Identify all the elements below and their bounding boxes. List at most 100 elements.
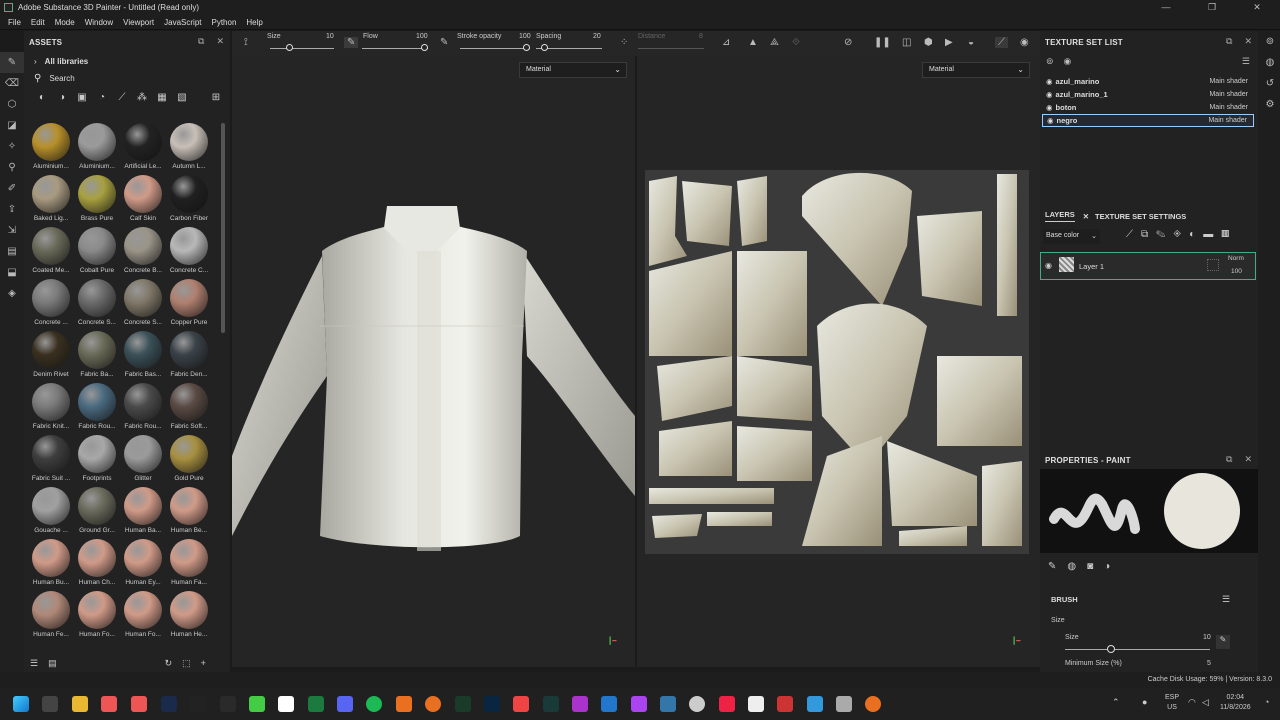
add-layer-icon[interactable]: ⧉ [1141,229,1156,240]
artstation-icon[interactable] [220,696,236,712]
size-value[interactable]: 10 [1203,634,1211,641]
grid-view-icon[interactable]: ⊞ [206,92,226,103]
spacing-value[interactable]: 20 [593,33,601,40]
language-indicator[interactable]: ESP US [1165,693,1179,713]
texture-set-item[interactable]: ◉ azul_marino_1 Main shader [1042,88,1254,101]
tiktok-icon[interactable] [719,696,735,712]
asset-item[interactable]: Brass Pure [74,175,120,227]
app7-icon[interactable] [807,696,823,712]
asset-item[interactable]: Human Fa... [166,539,212,591]
materials-filter-icon[interactable]: ◐ [32,92,52,103]
close-panel-icon[interactable]: ✕ [1244,36,1252,46]
channel-dropdown[interactable]: Base color ⌄ [1043,229,1100,244]
shader-label[interactable]: Main shader [1209,78,1248,85]
material-tab-icon[interactable]: ◑ [1104,561,1121,572]
painter-icon[interactable] [455,696,471,712]
notification-icon[interactable]: ◔ [1264,697,1269,707]
asset-item[interactable]: Cobalt Pure [74,227,120,279]
asset-item[interactable]: Calf Skin [120,175,166,227]
refresh-icon[interactable]: ↻ [165,658,173,669]
app4-icon[interactable] [689,696,705,712]
photoshop-icon[interactable] [484,696,500,712]
discord-icon[interactable] [337,696,353,712]
masks-filter-icon[interactable]: ▣ [72,92,92,103]
app6-icon[interactable] [777,696,793,712]
app3-icon[interactable] [660,696,676,712]
texture-set-item[interactable]: ◉ boton Main shader [1042,101,1254,114]
folder-icon[interactable]: ▬ [1203,229,1221,240]
shader-dock-icon[interactable]: ◍ [1258,52,1280,73]
asset-item[interactable]: Human Ey... [120,539,166,591]
size-slider-handle[interactable] [1107,645,1115,653]
texture-set-item-selected[interactable]: ◉ negro Main shader [1042,114,1254,127]
asset-item[interactable]: Human Fo... [74,591,120,643]
layer-row[interactable]: ◉ Layer 1 Norm 100 [1040,252,1256,280]
paint-layer-icon[interactable]: ✎ [1156,229,1173,240]
asset-item[interactable]: Fabric Soft... [166,383,212,435]
menu-edit[interactable]: Edit [31,18,45,27]
close-panel-icon[interactable]: ✕ [1244,454,1252,464]
asset-item[interactable]: Autumn L... [166,123,212,175]
vscode-icon[interactable] [601,696,617,712]
asset-item[interactable]: Concrete C... [166,227,212,279]
asset-item[interactable]: Gouache ... [28,487,74,539]
list-view-icon[interactable]: ▤ [48,658,57,669]
app2-icon[interactable] [513,696,529,712]
pen-pressure-icon[interactable]: ✎ [344,37,359,48]
layer-name[interactable]: Layer 1 [1079,262,1104,271]
obsidian-icon[interactable] [631,696,647,712]
asset-item[interactable]: Human Fe... [28,591,74,643]
clock[interactable]: 02:04 11/8/2026 [1220,693,1251,713]
textures-filter-icon[interactable]: ▦ [152,92,172,103]
menu-viewport[interactable]: Viewport [123,18,154,27]
asset-item[interactable]: Concrete S... [120,279,166,331]
paint-brush-icon[interactable]: ✎ [0,52,24,73]
pause-icon[interactable]: ❚❚ [874,37,891,48]
asset-item[interactable]: Human Fo... [120,591,166,643]
eye-icon[interactable]: ◉ [1064,56,1072,66]
spotify-icon[interactable] [366,696,382,712]
asset-item[interactable]: Glitter [120,435,166,487]
asset-item[interactable]: Artificial Le... [120,123,166,175]
close-panel-icon[interactable]: ✕ [216,36,224,46]
chevron-up-icon[interactable]: ⌃ [1112,697,1120,708]
assets-scrollbar[interactable] [221,123,225,333]
environment-filter-icon[interactable]: ▧ [172,92,192,103]
viewport-2d[interactable]: Material ⌄ ┃━ [637,56,1040,667]
asset-item[interactable]: Concrete ... [28,279,74,331]
app-icon[interactable] [396,696,412,712]
close-button[interactable]: ✕ [1234,0,1280,15]
screenshot-icon[interactable]: ◉ [1020,37,1029,48]
pen-pressure-icon[interactable]: ✎ [1216,635,1230,649]
undock-icon[interactable]: ⧉ [1226,36,1232,46]
brush-tab-icon[interactable]: ✎ [1048,561,1067,572]
shader-label[interactable]: Main shader [1209,91,1248,98]
log-dock-icon[interactable]: ⚙ [1258,94,1280,115]
asset-item[interactable]: Denim Rivet [28,331,74,383]
minimize-button[interactable]: — [1143,0,1189,15]
app5-icon[interactable] [748,696,764,712]
search-input[interactable]: Search [49,74,74,83]
asset-item[interactable]: Fabric Den... [166,331,212,383]
eye-icon[interactable]: ◉ [1046,90,1053,99]
size-slider[interactable] [270,48,334,49]
designer-icon[interactable] [543,696,559,712]
menu-icon[interactable]: ☰ [1222,594,1230,605]
fill-layer-icon[interactable]: ◈ [1173,229,1189,240]
asset-item[interactable]: Copper Pure [166,279,212,331]
shader-label[interactable]: Main shader [1209,104,1248,111]
polygon-fill-icon[interactable]: ◪ [0,115,24,136]
display-icon[interactable]: ◒ [968,37,974,48]
brave-alt-icon[interactable] [131,696,147,712]
menu-icon[interactable]: ☰ [1242,56,1250,67]
asset-item[interactable]: Human He... [166,591,212,643]
eye-icon[interactable]: ◉ [1045,261,1052,270]
maximize-button[interactable]: ❐ [1189,0,1235,15]
clone-stamp-icon[interactable]: ⚲ [0,157,24,178]
sort-icon[interactable]: ☰ [30,658,38,669]
camera-icon[interactable]: ▶ [945,37,953,48]
asset-item[interactable]: Aluminium... [74,123,120,175]
smart-materials-filter-icon[interactable]: ◑ [52,92,72,103]
asset-item[interactable]: Gold Pure [166,435,212,487]
microphone-icon[interactable]: ● [1142,697,1147,707]
